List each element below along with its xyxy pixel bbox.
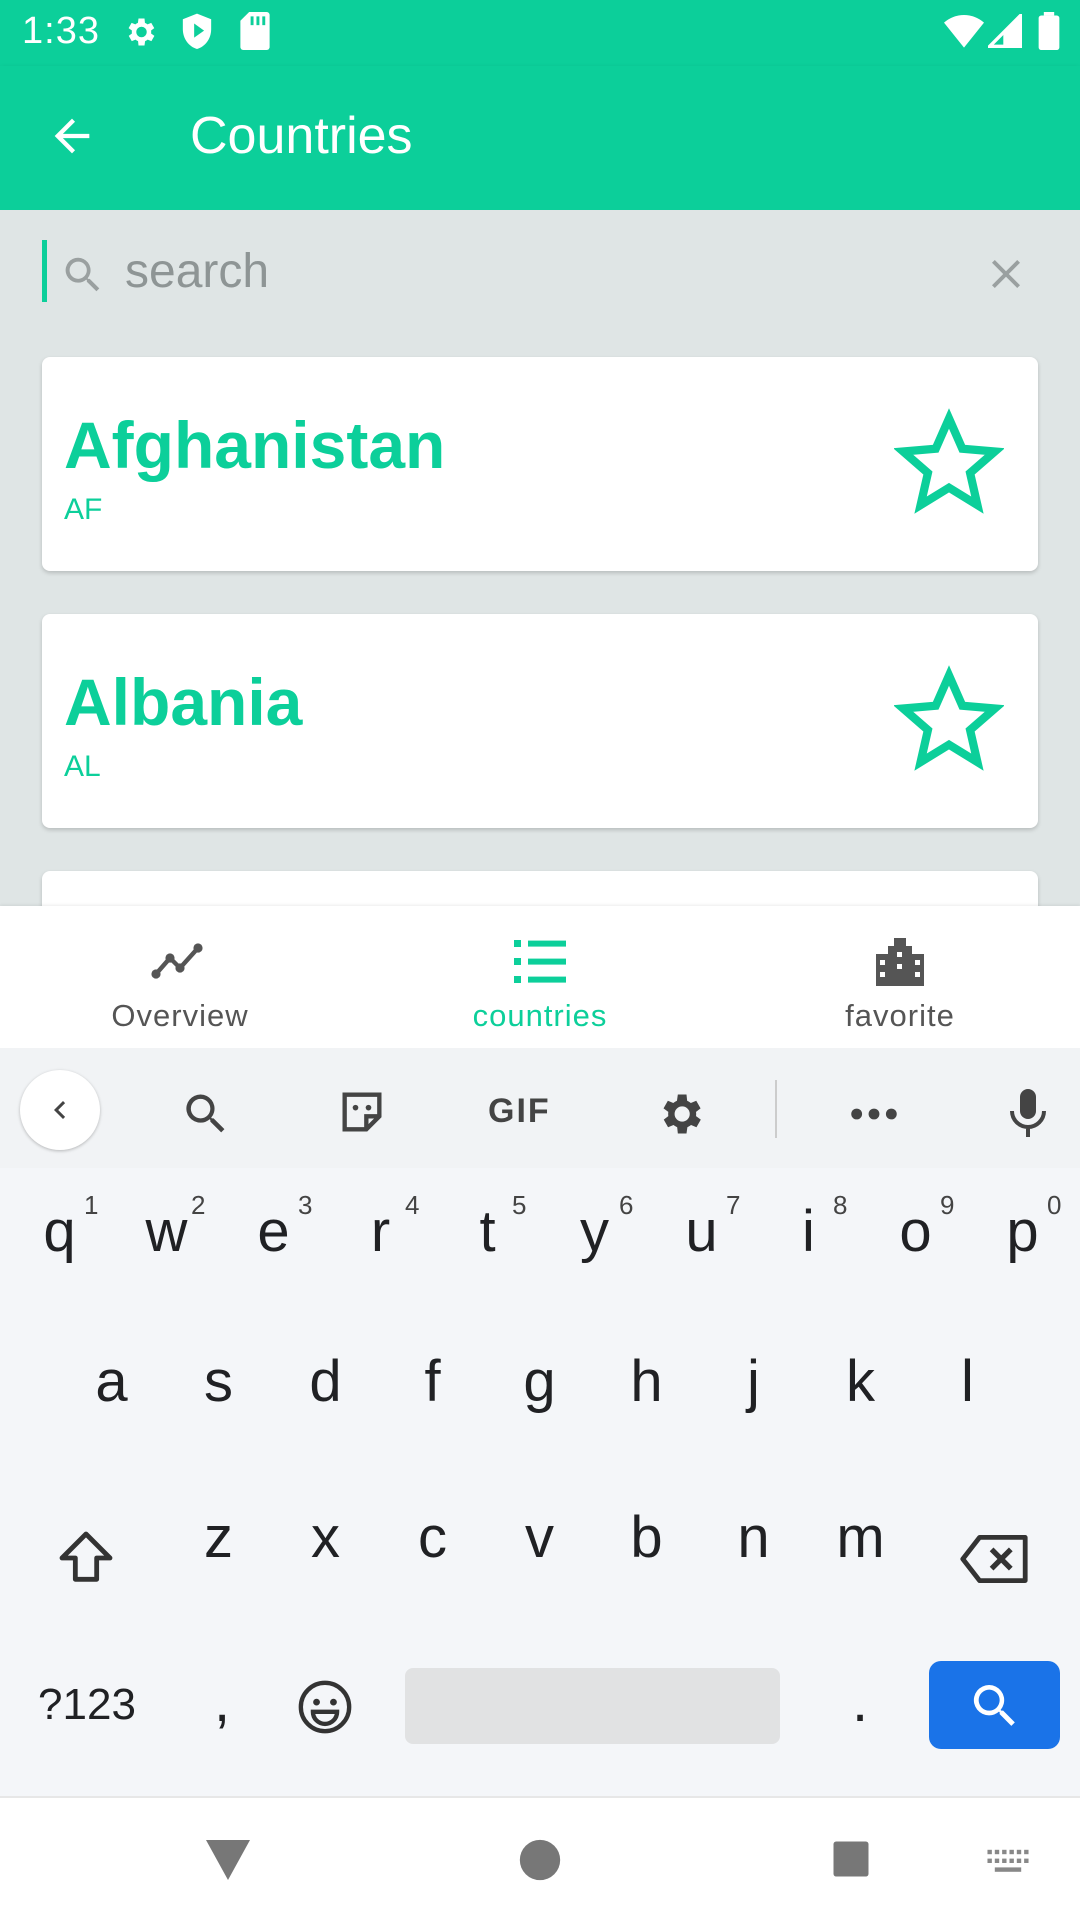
chevron-left-icon xyxy=(54,1101,66,1119)
cell-signal-icon xyxy=(988,14,1022,48)
country-card[interactable]: Albania AL xyxy=(42,614,1038,828)
collapse-toolbar-button[interactable] xyxy=(20,1070,100,1150)
country-card[interactable]: Afghanistan AF xyxy=(42,357,1038,571)
battery-icon xyxy=(1038,12,1060,50)
nav-recents-icon[interactable] xyxy=(830,1838,872,1880)
settings-status-icon xyxy=(128,18,155,46)
favorite-star-icon[interactable] xyxy=(894,407,1004,517)
wifi-icon xyxy=(944,15,984,48)
key-g[interactable]: g xyxy=(486,1348,593,1415)
key-n[interactable]: n xyxy=(700,1504,807,1571)
key-hint-u: 7 xyxy=(726,1190,741,1220)
backspace-icon[interactable] xyxy=(958,1530,1030,1588)
key-l[interactable]: l xyxy=(914,1348,1021,1415)
sticker-icon[interactable] xyxy=(336,1086,388,1138)
country-code: AL xyxy=(64,750,101,783)
keyboard-switch-icon[interactable] xyxy=(986,1848,1030,1878)
space-key[interactable] xyxy=(405,1668,780,1744)
country-name: Albania xyxy=(64,665,303,739)
city-buildings-icon xyxy=(876,938,924,986)
nav-label-favorite: favorite xyxy=(845,998,955,1033)
bottom-navigation: Overview countries favorite xyxy=(0,906,1080,1048)
nav-label-countries: countries xyxy=(472,998,608,1033)
key-hint-o: 9 xyxy=(940,1190,955,1220)
search-icon xyxy=(65,257,100,292)
key-d[interactable]: d xyxy=(272,1348,379,1415)
country-name: Afghanistan xyxy=(64,408,446,482)
microphone-icon[interactable] xyxy=(1004,1086,1052,1140)
search-input[interactable] xyxy=(125,238,925,304)
key-a[interactable]: a xyxy=(58,1348,165,1415)
key-b[interactable]: b xyxy=(593,1504,700,1571)
nav-label-overview: Overview xyxy=(111,998,249,1033)
favorite-star-icon[interactable] xyxy=(894,664,1004,774)
status-bar: 1:33 xyxy=(0,0,1080,66)
country-code: AF xyxy=(64,493,103,526)
symbols-key[interactable]: ?123 xyxy=(22,1680,152,1730)
key-hint-r: 4 xyxy=(405,1190,420,1220)
nav-item-countries[interactable]: countries xyxy=(360,906,720,1048)
key-v[interactable]: v xyxy=(486,1504,593,1571)
period-key[interactable]: . xyxy=(830,1668,890,1735)
key-j[interactable]: j xyxy=(700,1348,807,1415)
key-hint-w: 2 xyxy=(191,1190,206,1220)
key-hint-q: 1 xyxy=(84,1190,99,1220)
key-hint-t: 5 xyxy=(512,1190,527,1220)
trending-line-icon xyxy=(151,943,203,979)
shield-status-icon xyxy=(182,13,212,50)
key-hint-e: 3 xyxy=(298,1190,313,1220)
key-s[interactable]: s xyxy=(165,1348,272,1415)
gif-button[interactable]: GIF xyxy=(488,1092,551,1131)
nav-item-overview[interactable]: Overview xyxy=(0,906,360,1048)
emoji-icon[interactable] xyxy=(296,1678,354,1736)
back-arrow-icon[interactable] xyxy=(46,110,98,162)
key-m[interactable]: m xyxy=(807,1504,914,1571)
toolbar-divider xyxy=(775,1080,777,1138)
nav-home-icon[interactable] xyxy=(518,1838,562,1882)
keyboard-toolbar: GIF xyxy=(0,1048,1080,1168)
shift-icon[interactable] xyxy=(54,1526,118,1590)
app-bar: Countries xyxy=(0,66,1080,210)
soft-keyboard: GIF ?123 , . q1w2e3r4t5y6u7i8o9p0asdf g … xyxy=(0,1048,1080,1796)
nav-item-favorite[interactable]: favorite xyxy=(720,906,1080,1048)
key-x[interactable]: x xyxy=(272,1504,379,1571)
comma-key[interactable]: , xyxy=(192,1668,252,1735)
key-c[interactable]: c xyxy=(379,1504,486,1571)
key-z[interactable]: z xyxy=(165,1504,272,1571)
key-hint-y: 6 xyxy=(619,1190,634,1220)
key-hint-p: 0 xyxy=(1047,1190,1062,1220)
keyboard-search-icon[interactable] xyxy=(180,1088,232,1140)
more-options-icon[interactable] xyxy=(848,1092,900,1136)
system-navigation-bar xyxy=(0,1796,1080,1922)
keyboard-search-key[interactable] xyxy=(929,1661,1060,1749)
sd-card-status-icon xyxy=(240,12,270,50)
key-hint-i: 8 xyxy=(833,1190,848,1220)
key-f[interactable]: f xyxy=(379,1348,486,1415)
status-time: 1:33 xyxy=(22,10,100,52)
clear-search-icon[interactable] xyxy=(982,250,1030,298)
nav-back-icon[interactable] xyxy=(204,1838,252,1882)
list-icon xyxy=(514,940,566,983)
content-area: Afghanistan AF Albania AL xyxy=(0,210,1080,931)
key-k[interactable]: k xyxy=(807,1348,914,1415)
keyboard-settings-icon[interactable] xyxy=(654,1088,706,1140)
key-h[interactable]: h xyxy=(593,1348,700,1415)
search-cursor xyxy=(42,240,47,302)
page-title: Countries xyxy=(190,107,413,165)
search-action-icon xyxy=(973,1685,1015,1726)
